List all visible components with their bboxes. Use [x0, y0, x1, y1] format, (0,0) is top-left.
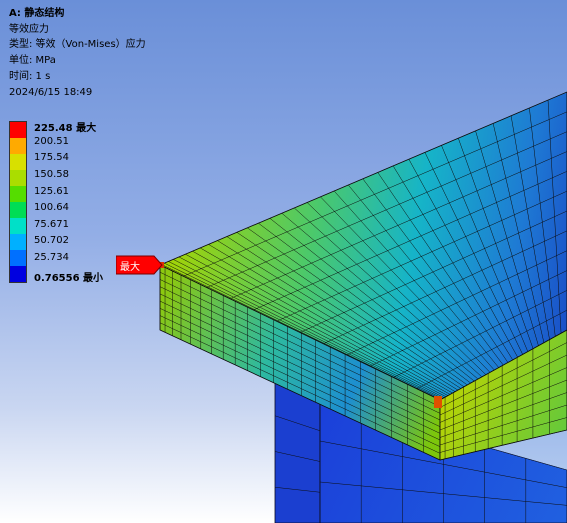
result-time: 时间: 1 s: [9, 70, 51, 82]
legend-band: [10, 266, 26, 282]
analysis-title: A: 静态结构: [9, 8, 65, 19]
legend-band: [10, 186, 26, 202]
result-type: 类型: 等效（Von-Mises）应力: [9, 39, 146, 51]
legend-value-label: 200.51: [34, 135, 69, 147]
legend-value-label: 25.734: [34, 252, 69, 264]
legend-band: [10, 250, 26, 266]
legend-band: [10, 138, 26, 154]
result-unit: 单位: MPa: [9, 55, 56, 67]
legend-min-label: 0.76556 最小: [34, 272, 104, 284]
legend-band: [10, 202, 26, 218]
legend-value-label: 75.671: [34, 218, 69, 230]
legend-color-bar: [9, 121, 27, 283]
legend-band: [10, 218, 26, 234]
result-info-panel: A: 静态结构 等效应力 类型: 等效（Von-Mises）应力 单位: MPa…: [9, 6, 146, 100]
legend-value-label: 100.64: [34, 202, 69, 214]
legend-value-label: 175.54: [34, 152, 69, 164]
legend-band: [10, 170, 26, 186]
legend-band: [10, 122, 26, 138]
max-value-probe[interactable]: 最大: [115, 255, 168, 275]
result-name: 等效应力: [9, 23, 49, 35]
legend-value-label: 150.58: [34, 168, 69, 180]
graphics-viewport[interactable]: A: 静态结构 等效应力 类型: 等效（Von-Mises）应力 单位: MPa…: [0, 0, 567, 523]
legend-band: [10, 234, 26, 250]
legend-max-label: 225.48 最大: [34, 123, 97, 134]
result-timestamp: 2024/6/15 18:49: [9, 86, 93, 98]
legend-band: [10, 154, 26, 170]
legend-value-label: 50.702: [34, 235, 69, 247]
legend-value-label: 125.61: [34, 185, 69, 197]
corner-hotspot: [434, 396, 442, 408]
probe-label: 最大: [120, 262, 140, 273]
